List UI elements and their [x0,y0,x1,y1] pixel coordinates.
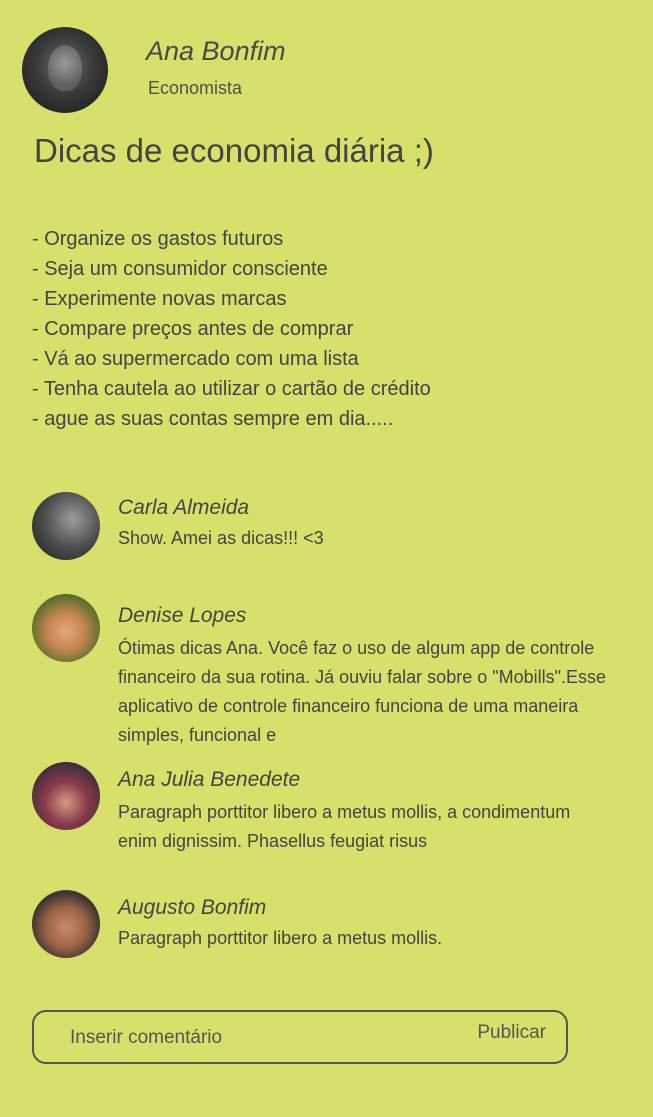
comment-text: Show. Amei as dicas!!! <3 [118,528,324,548]
comment-text: Paragraph porttitor libero a metus molli… [118,802,571,851]
commenter-name[interactable]: Augusto Bonfim [118,896,266,920]
tip-item: - ague as suas contas sempre em dia..... [32,408,394,430]
comment-text: Ótimas dicas Ana. Você faz o uso de algu… [118,638,607,745]
comment-text: Paragraph porttitor libero a metus molli… [118,928,443,948]
tip-item: - Vá ao supermercado com uma lista [32,348,359,370]
author-avatar[interactable] [22,27,108,113]
commenter-avatar[interactable] [32,890,100,958]
commenter-avatar[interactable] [32,492,100,560]
tip-item: - Experimente novas marcas [32,288,287,310]
commenter-avatar[interactable] [32,762,100,830]
author-name[interactable]: Ana Bonfim [146,36,286,67]
author-avatar-face [48,45,82,91]
comment-form: Publicar [32,1010,568,1064]
tip-item: - Organize os gastos futuros [32,228,284,250]
publish-button[interactable]: Publicar [477,1022,546,1044]
commenter-name[interactable]: Ana Julia Benedete [118,768,300,792]
author-role: Economista [148,78,243,98]
post-title: Dicas de economia diária ;) [34,132,434,169]
tip-item: - Seja um consumidor consciente [32,258,328,280]
commenter-name[interactable]: Carla Almeida [118,496,249,520]
tip-item: - Tenha cautela ao utilizar o cartão de … [32,378,431,400]
commenter-name[interactable]: Denise Lopes [118,604,246,628]
tip-item: - Compare preços antes de comprar [32,318,354,340]
commenter-avatar[interactable] [32,594,100,662]
tips-list: - Organize os gastos futuros - Seja um c… [32,224,431,434]
comment-input[interactable] [70,1024,430,1052]
